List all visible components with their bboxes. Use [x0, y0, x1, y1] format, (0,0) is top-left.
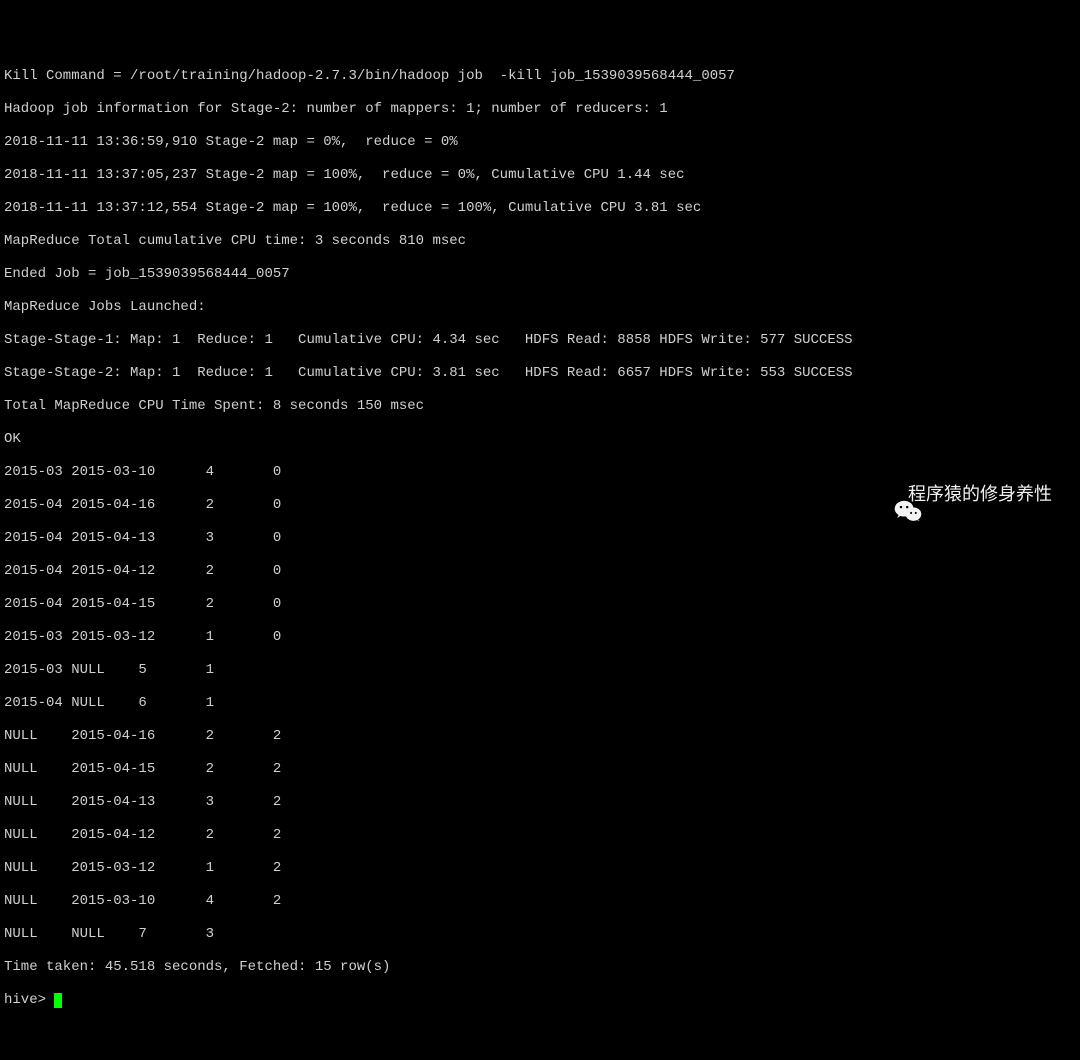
terminal-line: 2018-11-11 13:37:12,554 Stage-2 map = 10… — [4, 200, 1076, 217]
terminal-line: Time taken: 45.518 seconds, Fetched: 15 … — [4, 959, 1076, 976]
terminal-line: Stage-Stage-2: Map: 1 Reduce: 1 Cumulati… — [4, 365, 1076, 382]
terminal-line: MapReduce Total cumulative CPU time: 3 s… — [4, 233, 1076, 250]
terminal-line: OK — [4, 431, 1076, 448]
result-row: NULL NULL 7 3 — [4, 926, 1076, 943]
watermark-text: 程序猿的修身养性 — [908, 486, 1052, 503]
result-row: 2015-04 2015-04-13 3 0 — [4, 530, 1076, 547]
terminal-line: 2018-11-11 13:37:05,237 Stage-2 map = 10… — [4, 167, 1076, 184]
result-row: 2015-03 NULL 5 1 — [4, 662, 1076, 679]
result-row: NULL 2015-03-12 1 2 — [4, 860, 1076, 877]
terminal-line: Total MapReduce CPU Time Spent: 8 second… — [4, 398, 1076, 415]
result-row: 2015-04 2015-04-15 2 0 — [4, 596, 1076, 613]
result-row: NULL 2015-04-16 2 2 — [4, 728, 1076, 745]
result-row: NULL 2015-04-13 3 2 — [4, 794, 1076, 811]
wechat-icon — [874, 482, 902, 506]
prompt-text: hive> — [4, 992, 54, 1009]
cursor — [54, 993, 62, 1008]
result-row: NULL 2015-04-15 2 2 — [4, 761, 1076, 778]
result-row: 2015-04 NULL 6 1 — [4, 695, 1076, 712]
terminal-line: 2018-11-11 13:36:59,910 Stage-2 map = 0%… — [4, 134, 1076, 151]
terminal-line: MapReduce Jobs Launched: — [4, 299, 1076, 316]
result-row: 2015-03 2015-03-12 1 0 — [4, 629, 1076, 646]
result-row: NULL 2015-03-10 4 2 — [4, 893, 1076, 910]
terminal-line: Hadoop job information for Stage-2: numb… — [4, 101, 1076, 118]
hive-prompt[interactable]: hive> — [4, 992, 1076, 1009]
result-row: 2015-04 2015-04-12 2 0 — [4, 563, 1076, 580]
result-row: NULL 2015-04-12 2 2 — [4, 827, 1076, 844]
result-row: 2015-03 2015-03-10 4 0 — [4, 464, 1076, 481]
terminal-line: Stage-Stage-1: Map: 1 Reduce: 1 Cumulati… — [4, 332, 1076, 349]
terminal-line: Kill Command = /root/training/hadoop-2.7… — [4, 68, 1076, 85]
watermark: 程序猿的修身养性 — [874, 482, 1052, 506]
terminal-line: Ended Job = job_1539039568444_0057 — [4, 266, 1076, 283]
